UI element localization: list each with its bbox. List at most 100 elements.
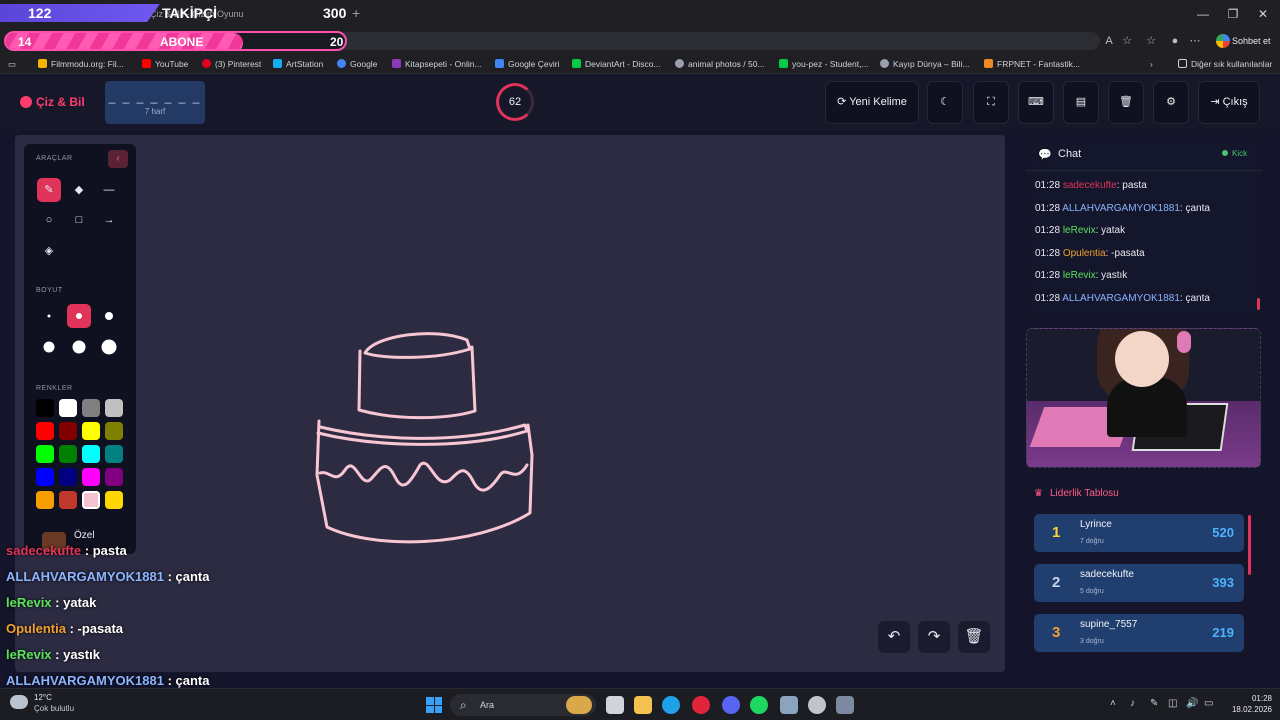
color-swatch[interactable] <box>82 399 100 417</box>
bookmark-item[interactable]: Google <box>337 57 377 71</box>
color-swatch[interactable] <box>59 422 77 440</box>
bookmark-item[interactable]: (3) Pinterest <box>202 57 261 71</box>
bookmark-item[interactable]: YouTube <box>142 57 188 71</box>
close-button[interactable]: ✕ <box>1248 4 1278 24</box>
chevron-up-icon[interactable]: ˄ <box>1110 698 1116 709</box>
arrow-tool[interactable]: → <box>97 208 121 232</box>
color-swatch[interactable] <box>36 491 54 509</box>
redo-button[interactable]: ↷ <box>918 621 950 653</box>
weather-description[interactable]: Çok bulutlu <box>34 704 74 713</box>
dark-mode-button[interactable]: ☾ <box>927 81 963 124</box>
bookmark-item[interactable]: you-pez - Student,... <box>779 57 869 71</box>
rectangle-tool[interactable]: □ <box>67 208 91 232</box>
search-highlight-icon[interactable] <box>566 696 592 714</box>
size-5-button[interactable] <box>67 335 91 359</box>
clock-time[interactable]: 01:28 <box>1232 694 1272 703</box>
line-tool[interactable]: — <box>97 178 121 202</box>
size-3-button[interactable] <box>97 304 121 328</box>
minimize-button[interactable]: — <box>1188 4 1218 24</box>
bookmark-item[interactable]: DeviantArt - Disco... <box>572 57 661 71</box>
app-icon[interactable] <box>836 696 854 714</box>
start-button[interactable] <box>426 697 442 713</box>
profile-avatar[interactable]: ● <box>1168 34 1182 48</box>
opera-icon[interactable] <box>692 696 710 714</box>
copilot-chat-button[interactable]: Sohbet et <box>1212 31 1276 51</box>
bookmark-item[interactable]: Google Çeviri <box>495 57 560 71</box>
chat-username[interactable]: sadecekufte <box>1063 180 1117 191</box>
size-1-button[interactable] <box>37 304 61 328</box>
more-menu-icon[interactable]: ⋯ <box>1188 34 1202 48</box>
clock-date[interactable]: 18.02.2026 <box>1220 705 1272 714</box>
weather-temperature[interactable]: 12°C <box>34 693 52 702</box>
color-swatch[interactable] <box>82 468 100 486</box>
favorite-star-icon[interactable]: ☆ <box>1120 34 1134 48</box>
color-swatch[interactable] <box>82 491 100 509</box>
task-view-icon[interactable] <box>606 696 624 714</box>
drawing-canvas[interactable] <box>15 135 1005 672</box>
maximize-button[interactable]: ❐ <box>1218 4 1248 24</box>
cloud-icon[interactable] <box>10 695 28 709</box>
spotify-icon[interactable] <box>750 696 768 714</box>
chevron-right-icon[interactable]: › <box>1150 57 1153 71</box>
network-icon[interactable]: ◫ <box>1168 698 1177 709</box>
circle-tool[interactable]: ○ <box>37 208 61 232</box>
color-swatch[interactable] <box>105 468 123 486</box>
color-swatch[interactable] <box>36 445 54 463</box>
undo-button[interactable]: ↶ <box>878 621 910 653</box>
chat-username[interactable]: Opulentia <box>1063 248 1106 259</box>
keyboard-button[interactable]: ⌨ <box>1018 81 1054 124</box>
chat-username[interactable]: leRevix <box>1063 225 1096 236</box>
color-swatch[interactable] <box>82 422 100 440</box>
battery-icon[interactable]: ▭ <box>1204 698 1213 709</box>
leaderboard-scrollbar[interactable] <box>1248 515 1251 575</box>
chat-username[interactable]: ALLAHVARGAMYOK1881 <box>1062 203 1180 214</box>
fill-tool[interactable]: ◈ <box>37 239 61 263</box>
size-2-button[interactable] <box>67 304 91 328</box>
color-swatch[interactable] <box>59 491 77 509</box>
collapse-panel-button[interactable]: ‹ <box>108 150 128 168</box>
eraser-tool[interactable]: ◆ <box>67 178 91 202</box>
brand-logo[interactable]: Çiz & Bil <box>20 95 85 109</box>
bookmark-item[interactable]: FRPNET - Fantastik... <box>984 57 1080 71</box>
color-swatch[interactable] <box>82 445 100 463</box>
volume-icon[interactable]: 🔊 <box>1186 698 1198 709</box>
size-4-button[interactable] <box>37 335 61 359</box>
size-6-button[interactable] <box>97 335 121 359</box>
logout-button[interactable]: ⇥ Çıkış <box>1198 81 1260 124</box>
bookmark-item[interactable]: Kayıp Dünya – Bili... <box>880 57 970 71</box>
bookmark-item[interactable]: Filmmodu.org: Fil... <box>38 57 124 71</box>
fullscreen-button[interactable]: ⛶ <box>973 81 1009 124</box>
color-swatch[interactable] <box>59 399 77 417</box>
obs-icon[interactable] <box>808 696 826 714</box>
archive-button[interactable]: ▤ <box>1063 81 1099 124</box>
color-swatch[interactable] <box>36 399 54 417</box>
discord-icon[interactable] <box>722 696 740 714</box>
bookmark-item[interactable]: Kitapsepeti - Onlin... <box>392 57 482 71</box>
favorites-icon[interactable]: ☆ <box>1144 34 1158 48</box>
color-swatch[interactable] <box>36 468 54 486</box>
bookmarks-menu-icon[interactable]: ▭ <box>8 57 16 71</box>
color-swatch[interactable] <box>36 422 54 440</box>
clear-canvas-button[interactable]: 🗑 <box>958 621 990 653</box>
edge-icon[interactable] <box>662 696 680 714</box>
chat-scrollbar[interactable] <box>1257 298 1260 310</box>
chat-username[interactable]: leRevix <box>1063 270 1096 281</box>
color-swatch[interactable] <box>105 445 123 463</box>
color-swatch[interactable] <box>59 468 77 486</box>
color-swatch[interactable] <box>105 422 123 440</box>
color-swatch[interactable] <box>59 445 77 463</box>
other-bookmarks[interactable]: Diğer sık kullanılanlar <box>1178 57 1272 71</box>
file-explorer-icon[interactable] <box>634 696 652 714</box>
read-aloud-icon[interactable]: A <box>1102 34 1116 48</box>
color-swatch[interactable] <box>105 491 123 509</box>
color-swatch[interactable] <box>105 399 123 417</box>
brush-tool[interactable]: ✎ <box>37 178 61 202</box>
settings-button[interactable]: ⚙ <box>1153 81 1189 124</box>
bookmark-item[interactable]: animal photos / 50... <box>675 57 765 71</box>
clear-button[interactable]: 🗑 <box>1108 81 1144 124</box>
chat-username[interactable]: ALLAHVARGAMYOK1881 <box>1062 293 1180 304</box>
microphone-icon[interactable]: ♪ <box>1130 698 1135 709</box>
bookmark-item[interactable]: ArtStation <box>273 57 323 71</box>
new-word-button[interactable]: ⟳ Yeni Kelime <box>825 81 919 124</box>
app-icon[interactable] <box>780 696 798 714</box>
